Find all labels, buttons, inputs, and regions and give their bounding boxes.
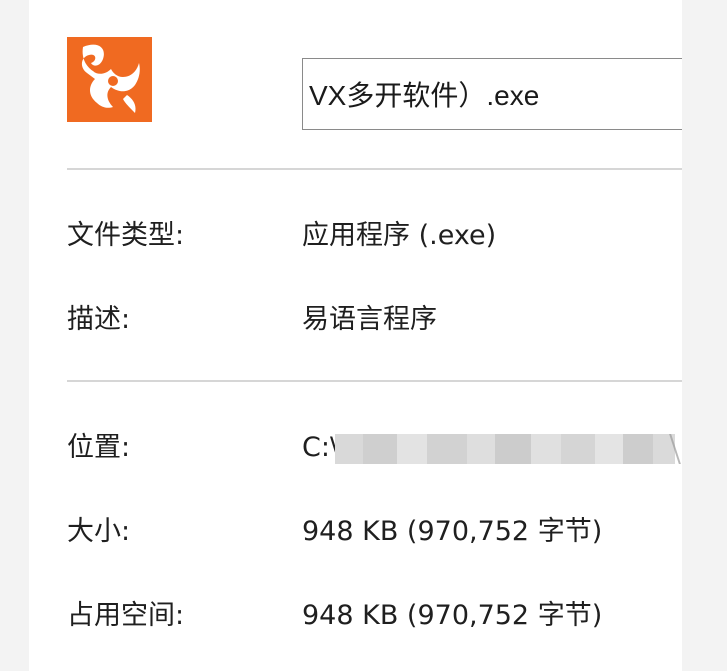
size-label: 大小: [67,516,131,547]
size-value: 948 KB (970,752 字节) [302,516,603,547]
filename-input[interactable] [302,58,682,130]
file-type-label: 文件类型: [67,220,185,251]
file-properties-panel: 文件类型: 应用程序 (.exe) 描述: 易语言程序 位置: C:\ 大小: … [29,0,682,671]
divider [67,168,682,170]
description-value: 易语言程序 [302,304,437,335]
size-on-disk-value: 948 KB (970,752 字节) [302,600,603,631]
location-label: 位置: [67,432,131,463]
file-type-value: 应用程序 (.exe) [302,220,497,251]
location-value: C:\ [302,432,340,463]
description-label: 描述: [67,304,131,335]
app-logo-icon [67,37,152,122]
size-on-disk-label: 占用空间: [67,600,185,631]
divider [67,380,682,382]
redacted-path-blur [335,434,675,464]
